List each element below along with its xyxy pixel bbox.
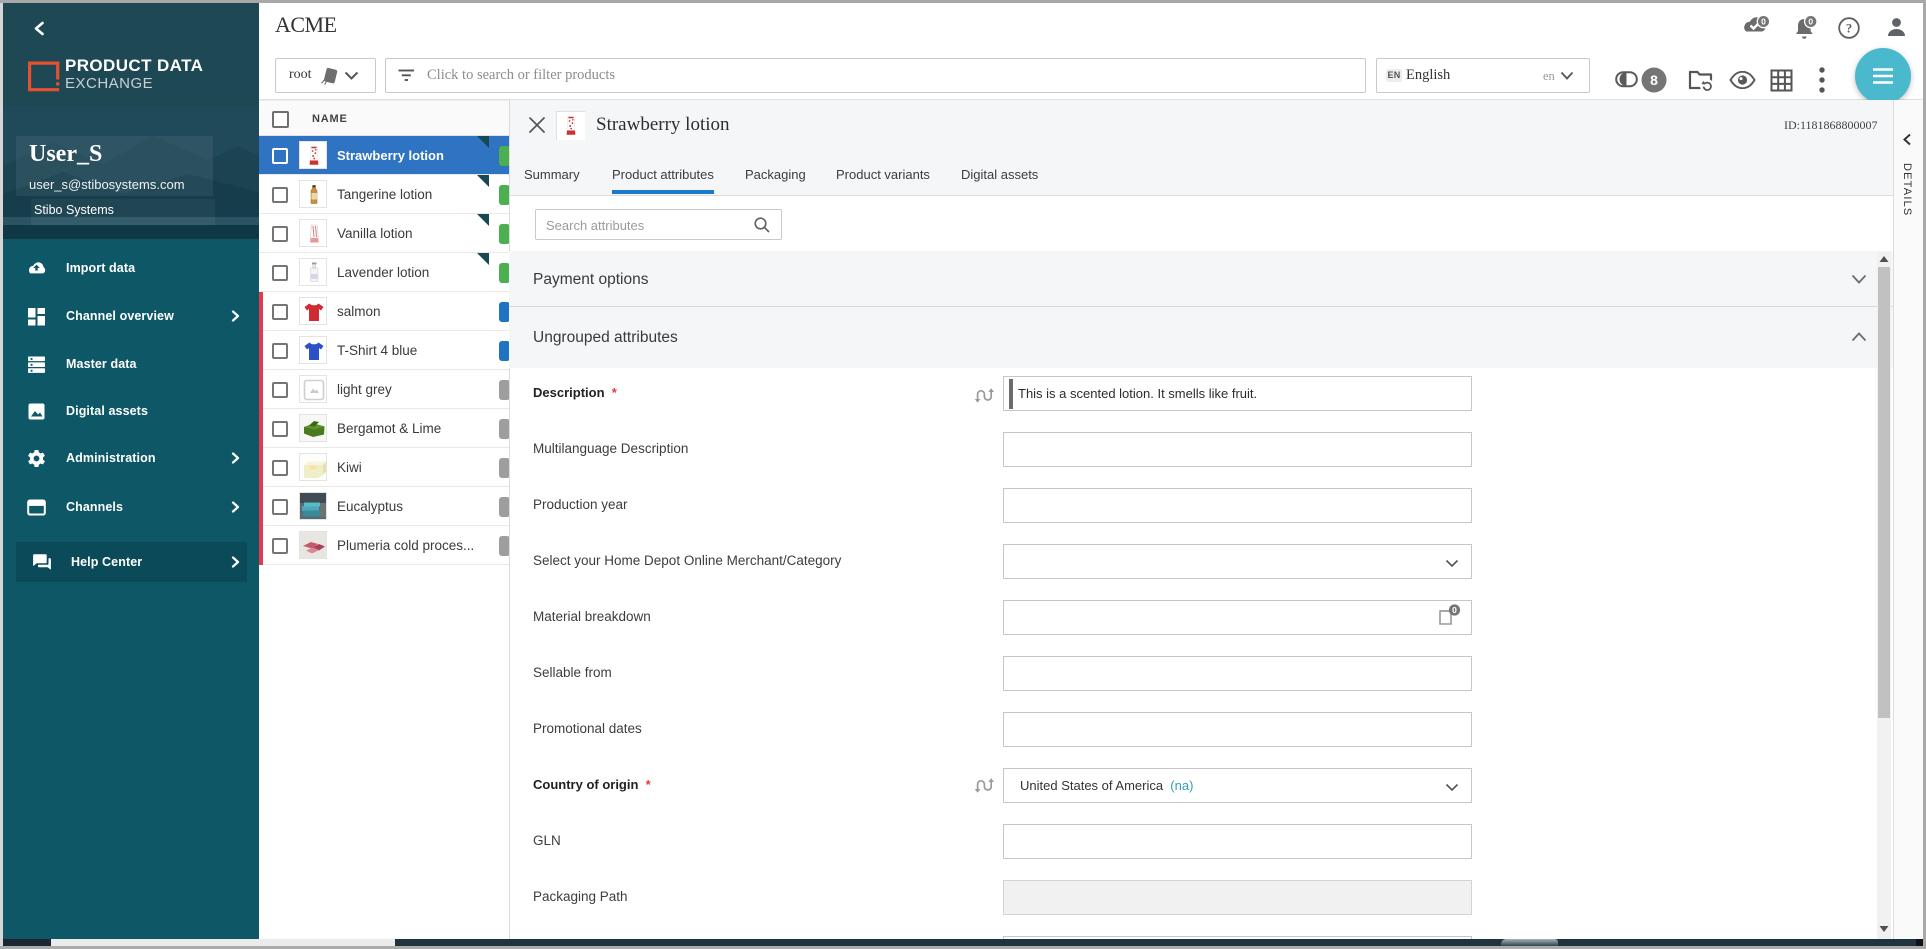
svg-text:0: 0 xyxy=(1761,17,1766,27)
svg-text:8: 8 xyxy=(1650,72,1658,88)
svg-text:?: ? xyxy=(1846,22,1852,36)
svg-text:0: 0 xyxy=(1452,605,1457,615)
svg-text:0: 0 xyxy=(1808,17,1813,27)
